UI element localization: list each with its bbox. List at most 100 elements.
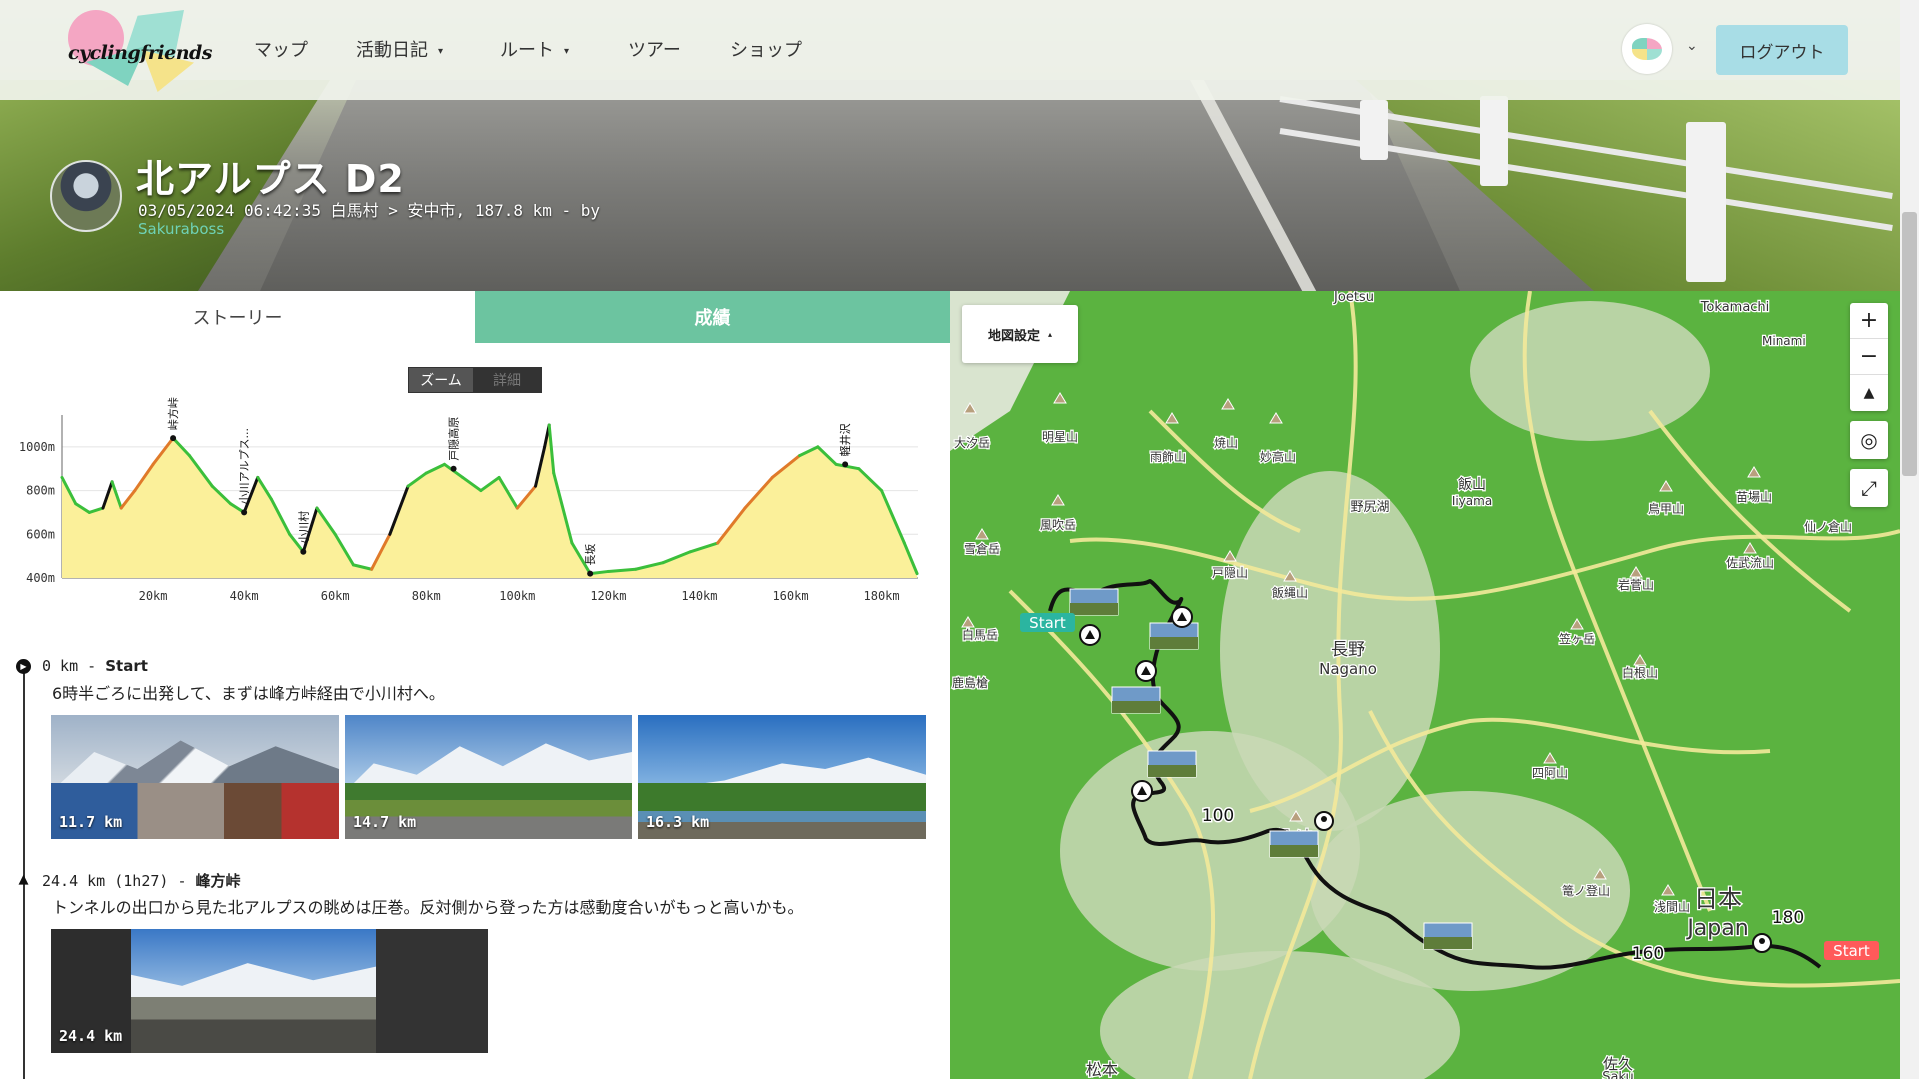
peak-marker: [241, 509, 248, 516]
chart-xtick-label: 120km: [590, 589, 626, 603]
hero-post: [1480, 96, 1508, 186]
map-place-label: 野尻湖: [1350, 500, 1389, 515]
story-photo[interactable]: 16.3 km: [638, 715, 926, 839]
map-place-label: 妙高山: [1260, 449, 1296, 464]
map-place-label: 笠ヶ岳: [1559, 631, 1595, 646]
user-menu-avatar[interactable]: [1622, 24, 1672, 74]
map-place-label: 篭ノ登山: [1562, 883, 1610, 898]
chart-xtick-label: 160km: [772, 589, 808, 603]
peak-marker: [587, 570, 594, 577]
hero-post: [1686, 122, 1726, 282]
route-photo-ground: [1270, 845, 1318, 857]
toggle-detail[interactable]: 詳細: [473, 368, 541, 392]
map-place-label: 日本: [1694, 885, 1742, 913]
zoom-in-button[interactable]: +: [1850, 303, 1888, 339]
peak-marker: [842, 461, 849, 468]
page-scrollbar[interactable]: [1900, 0, 1919, 1079]
caret-up-icon: ▴: [1048, 329, 1053, 339]
nav-activity-diary[interactable]: 活動日記 ▾: [356, 36, 443, 62]
chart-ytick-label: 800m: [26, 484, 55, 498]
map-place-label: 岩菅山: [1618, 577, 1654, 592]
map-place-label: Nagano: [1319, 660, 1377, 678]
map-place-label: 雨飾山: [1150, 450, 1186, 464]
chart-ytick-label: 400m: [26, 571, 55, 585]
chart-xtick-label: 80km: [412, 589, 441, 603]
peak-label: 長坂: [584, 544, 597, 566]
route-map[interactable]: Joetsu Tokamachi Minami 明星山 大汐岳 雨飾山 焼山 妙高山 飯山 Iiy…: [950, 291, 1900, 1079]
tab-story[interactable]: ストーリー: [0, 291, 475, 343]
top-navbar: cyclingfriends マップ 活動日記 ▾ ルート ▾ ツアー ショップ ⌄…: [0, 0, 1900, 100]
zoom-out-button[interactable]: −: [1850, 339, 1888, 375]
map-place-label: Tokamachi: [1700, 300, 1770, 315]
chart-view-toggle: ズーム 詳細: [408, 367, 542, 393]
map-place-label: 仙ノ倉山: [1804, 519, 1852, 534]
activity-hero: cyclingfriends マップ 活動日記 ▾ ルート ▾ ツアー ショップ ⌄…: [0, 0, 1900, 291]
peak-label: 小川アルプス...: [238, 428, 251, 504]
map-place-label: 風吹岳: [1040, 518, 1076, 532]
nav-shop[interactable]: ショップ: [730, 36, 802, 62]
logo-text: cyclingfriends: [68, 42, 213, 64]
map-place-label: Joetsu: [1333, 291, 1374, 305]
story-entry-head: 24.4 km (1h27) - 峰方峠: [42, 872, 241, 890]
compass-north-icon[interactable]: ▲: [1850, 375, 1888, 411]
map-place-label: 雪倉岳: [964, 541, 1000, 556]
route-photo-ground: [1150, 637, 1198, 649]
peak-marker: [300, 548, 307, 555]
map-place-label: 戸隠山: [1212, 566, 1248, 580]
nav-route[interactable]: ルート ▾: [500, 36, 569, 62]
chart-xtick-label: 20km: [139, 589, 168, 603]
map-place-label: 鳥甲山: [1648, 501, 1684, 516]
fullscreen-icon[interactable]: ⤢: [1850, 469, 1888, 507]
chart-ytick-label: 1000m: [19, 440, 55, 454]
story-entry-text: トンネルの出口から見た北アルプスの眺めは圧巻。反対側から登った方は感動度合いがも…: [52, 898, 804, 917]
chart-ytick-label: 600m: [26, 527, 55, 541]
hero-road: [260, 80, 1460, 291]
elevation-area: [62, 425, 918, 578]
map-place-label: 松本: [1086, 1060, 1118, 1079]
scrollbar-thumb[interactable]: [1902, 212, 1917, 476]
map-place-label: 浅間山: [1654, 900, 1690, 914]
story-photo[interactable]: 11.7 km: [51, 715, 339, 839]
nav-map[interactable]: マップ: [254, 36, 308, 62]
story-photo[interactable]: 24.4 km: [51, 929, 488, 1053]
nav-tour[interactable]: ツアー: [628, 36, 681, 62]
story-photo[interactable]: 14.7 km: [345, 715, 632, 839]
activity-tabs: ストーリー 成績: [0, 291, 950, 343]
peak-label: 小川村: [296, 511, 310, 544]
rider-avatar[interactable]: [50, 160, 122, 232]
start-icon: ▶: [16, 659, 31, 674]
map-place-label: 佐武流山: [1726, 556, 1774, 570]
photo-km-label: 11.7 km: [59, 813, 123, 831]
tab-stats[interactable]: 成績: [475, 291, 950, 343]
story-entry-head: 0 km - Start: [42, 657, 148, 675]
route-distance-mark: 180: [1772, 908, 1804, 928]
photo-km-label: 24.4 km: [59, 1027, 123, 1045]
hero-post: [1360, 100, 1388, 160]
map-place-label: 飯縄山: [1272, 585, 1308, 600]
map-settings-button[interactable]: 地図設定 ▴: [962, 305, 1078, 363]
photo-km-label: 16.3 km: [646, 813, 710, 831]
elevation-chart: 400m 600m 800m 1000m 20km 40km 60km 80km 100km 12…: [19, 397, 919, 603]
chart-xtick-label: 140km: [681, 589, 717, 603]
route-distance-mark: 100: [1202, 806, 1234, 826]
site-logo[interactable]: cyclingfriends: [66, 10, 213, 92]
route-start-label[interactable]: Start: [1029, 614, 1066, 632]
waypoint-pin-dot: [1759, 938, 1765, 944]
map-place-label: 大汐岳: [954, 435, 990, 450]
map-canvas[interactable]: Joetsu Tokamachi Minami 明星山 大汐岳雨飾山 焼山妙高山飯山Iiy…: [950, 291, 1900, 1079]
map-place-label: 苗場山: [1736, 490, 1772, 504]
toggle-zoom[interactable]: ズーム: [409, 368, 473, 392]
photo-km-label: 14.7 km: [353, 813, 417, 831]
activity-author-link[interactable]: Sakuraboss: [138, 220, 224, 238]
peak-marker: [450, 465, 457, 472]
map-place-label: Minami: [1762, 334, 1806, 348]
chevron-down-icon[interactable]: ⌄: [1686, 38, 1698, 54]
map-valley: [1470, 301, 1710, 441]
peak-label: 軽井沢: [838, 423, 852, 456]
logout-button[interactable]: ログアウト: [1716, 25, 1848, 75]
locate-icon[interactable]: ◎: [1850, 421, 1888, 459]
chart-xtick-label: 100km: [499, 589, 535, 603]
activity-title: 北アルプス D2: [136, 157, 405, 201]
map-place-label: Iiyama: [1452, 494, 1492, 508]
route-finish-label[interactable]: Start: [1833, 942, 1870, 960]
